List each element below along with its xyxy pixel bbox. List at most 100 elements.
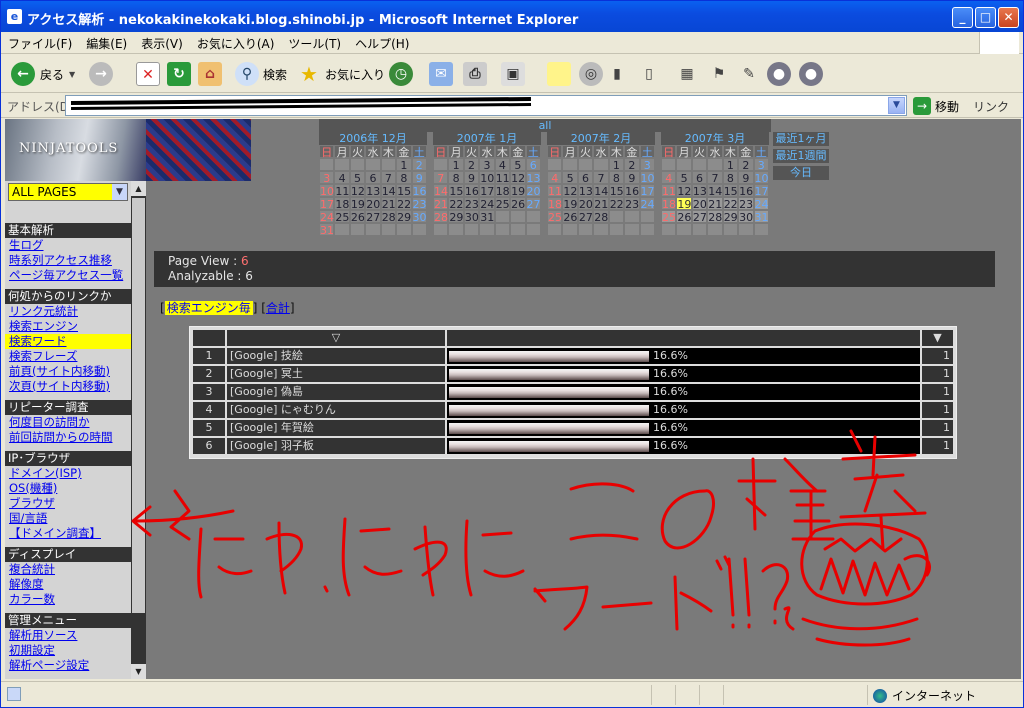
- maximize-button[interactable]: □: [975, 7, 996, 28]
- calendar-day[interactable]: 21: [593, 197, 609, 211]
- calendar-day[interactable]: 23: [411, 197, 427, 211]
- calendar-month-title[interactable]: 2007年 3月: [661, 132, 769, 145]
- calendar-day[interactable]: 24: [753, 197, 769, 211]
- sidebar-item-link[interactable]: ブラウザ: [9, 496, 55, 511]
- calendar-day[interactable]: 30: [738, 210, 754, 224]
- calendar-day[interactable]: 22: [608, 197, 625, 211]
- sidebar-item-link[interactable]: リンク元統計: [9, 304, 78, 319]
- calendar-day[interactable]: 6: [577, 171, 594, 185]
- calendar-day[interactable]: 4: [547, 171, 563, 185]
- calendar-day[interactable]: 10: [479, 171, 495, 185]
- calendar-day[interactable]: 25: [494, 197, 511, 211]
- calendar-day[interactable]: 9: [463, 171, 480, 185]
- calendar-day[interactable]: 22: [396, 197, 412, 211]
- calendar-day[interactable]: 8: [722, 171, 739, 185]
- tool-b-button[interactable]: ▯: [637, 60, 661, 88]
- calendar-day[interactable]: 3: [479, 158, 495, 172]
- calendar-day[interactable]: 12: [676, 184, 692, 198]
- calendar-day[interactable]: 6: [525, 158, 541, 172]
- calendar-day[interactable]: 15: [396, 184, 412, 198]
- calendar-day[interactable]: 24: [319, 210, 335, 224]
- print-button[interactable]: ⎙: [463, 60, 487, 88]
- sidebar-item-link[interactable]: 何度目の訪問か: [9, 415, 90, 430]
- calendar-day[interactable]: 19: [562, 197, 578, 211]
- calendar-day[interactable]: 27: [577, 210, 594, 224]
- sidebar-item-link[interactable]: ドメイン(ISP): [9, 466, 82, 481]
- calendar-day[interactable]: 11: [334, 184, 350, 198]
- calendar-day[interactable]: 8: [608, 171, 625, 185]
- calendar-day[interactable]: 26: [349, 210, 366, 224]
- calendar-day[interactable]: 5: [349, 171, 366, 185]
- forward-button[interactable]: →: [89, 60, 113, 88]
- search-button[interactable]: ⚲ 検索: [235, 60, 287, 88]
- page-select[interactable]: ALL PAGES ▼: [8, 183, 128, 201]
- calendar-day[interactable]: 6: [365, 171, 381, 185]
- calendar-day[interactable]: 22: [448, 197, 464, 211]
- sidebar-item-link[interactable]: ページ毎アクセス一覧: [9, 268, 123, 283]
- calendar-day[interactable]: 13: [691, 184, 708, 198]
- calendar-day[interactable]: 30: [411, 210, 427, 224]
- calendar-day[interactable]: 2: [411, 158, 427, 172]
- calendar-day[interactable]: 29: [722, 210, 739, 224]
- go-button[interactable]: → 移動: [913, 96, 959, 116]
- calendar-day[interactable]: 4: [494, 158, 511, 172]
- calendar-day[interactable]: 3: [639, 158, 655, 172]
- calendar-day[interactable]: 8: [396, 171, 412, 185]
- history-button[interactable]: ◷: [389, 60, 413, 88]
- calendar-day[interactable]: 11: [494, 171, 511, 185]
- calendar-day[interactable]: 3: [319, 171, 335, 185]
- favorites-button[interactable]: ★ お気に入り: [297, 60, 385, 88]
- sidebar-item-link[interactable]: 前頁(サイト内移動): [9, 364, 110, 379]
- calendar-day[interactable]: 15: [722, 184, 739, 198]
- calendar-day[interactable]: 23: [738, 197, 754, 211]
- calendar-day[interactable]: 16: [624, 184, 640, 198]
- edit-button[interactable]: ▣: [501, 60, 525, 88]
- calendar-day[interactable]: 12: [349, 184, 366, 198]
- calendar-day[interactable]: 31: [753, 210, 769, 224]
- calendar-day[interactable]: 20: [525, 184, 541, 198]
- calendar-day[interactable]: 13: [577, 184, 594, 198]
- minimize-button[interactable]: _: [952, 7, 973, 28]
- calendar-day[interactable]: 17: [753, 184, 769, 198]
- calendar-day[interactable]: 31: [319, 223, 335, 237]
- calendar-day[interactable]: 23: [463, 197, 480, 211]
- calendar-month-title[interactable]: 2007年 1月: [433, 132, 541, 145]
- calendar-day[interactable]: 3: [753, 158, 769, 172]
- calendar-day[interactable]: 9: [624, 171, 640, 185]
- calendar-day[interactable]: 25: [547, 210, 563, 224]
- calendar-day[interactable]: 2: [463, 158, 480, 172]
- calendar-day[interactable]: 13: [365, 184, 381, 198]
- menu-view[interactable]: 表示(V): [134, 32, 190, 52]
- calendar-day[interactable]: 28: [593, 210, 609, 224]
- tool-g-button[interactable]: ●: [799, 60, 823, 88]
- calendar-day[interactable]: 1: [448, 158, 464, 172]
- calendar-day[interactable]: 27: [691, 210, 708, 224]
- calendar-day[interactable]: 26: [510, 197, 526, 211]
- sidebar-item-link[interactable]: 【ドメイン調査】: [9, 526, 101, 541]
- sidebar-item-link[interactable]: 時系列アクセス推移: [9, 253, 112, 268]
- calendar-month-title[interactable]: 2007年 2月: [547, 132, 655, 145]
- calendar-day[interactable]: 19: [349, 197, 366, 211]
- scroll-thumb[interactable]: [132, 198, 145, 613]
- quick-last-month[interactable]: 最近1ヶ月: [773, 132, 829, 146]
- refresh-button[interactable]: ↻: [167, 60, 191, 88]
- calendar-day[interactable]: 9: [411, 171, 427, 185]
- calendar-day[interactable]: 13: [525, 171, 541, 185]
- sidebar-item-link[interactable]: 解像度: [9, 577, 44, 592]
- calendar-day[interactable]: 16: [463, 184, 480, 198]
- menu-file[interactable]: ファイル(F): [1, 32, 79, 52]
- calendar-day[interactable]: 7: [593, 171, 609, 185]
- calendar-day[interactable]: 22: [722, 197, 739, 211]
- calendar-day[interactable]: 2: [624, 158, 640, 172]
- calendar-day[interactable]: 19: [510, 184, 526, 198]
- tool-d-button[interactable]: ⚑: [707, 60, 731, 88]
- filter-total[interactable]: 合計: [266, 301, 290, 315]
- menu-favorites[interactable]: お気に入り(A): [190, 32, 282, 52]
- calendar-day[interactable]: 10: [319, 184, 335, 198]
- quick-last-week[interactable]: 最近1週間: [773, 149, 829, 163]
- calendar-day[interactable]: 12: [562, 184, 578, 198]
- calendar-day[interactable]: 18: [547, 197, 563, 211]
- calendar-day[interactable]: 26: [562, 210, 578, 224]
- calendar-day[interactable]: 15: [448, 184, 464, 198]
- calendar-day[interactable]: 17: [319, 197, 335, 211]
